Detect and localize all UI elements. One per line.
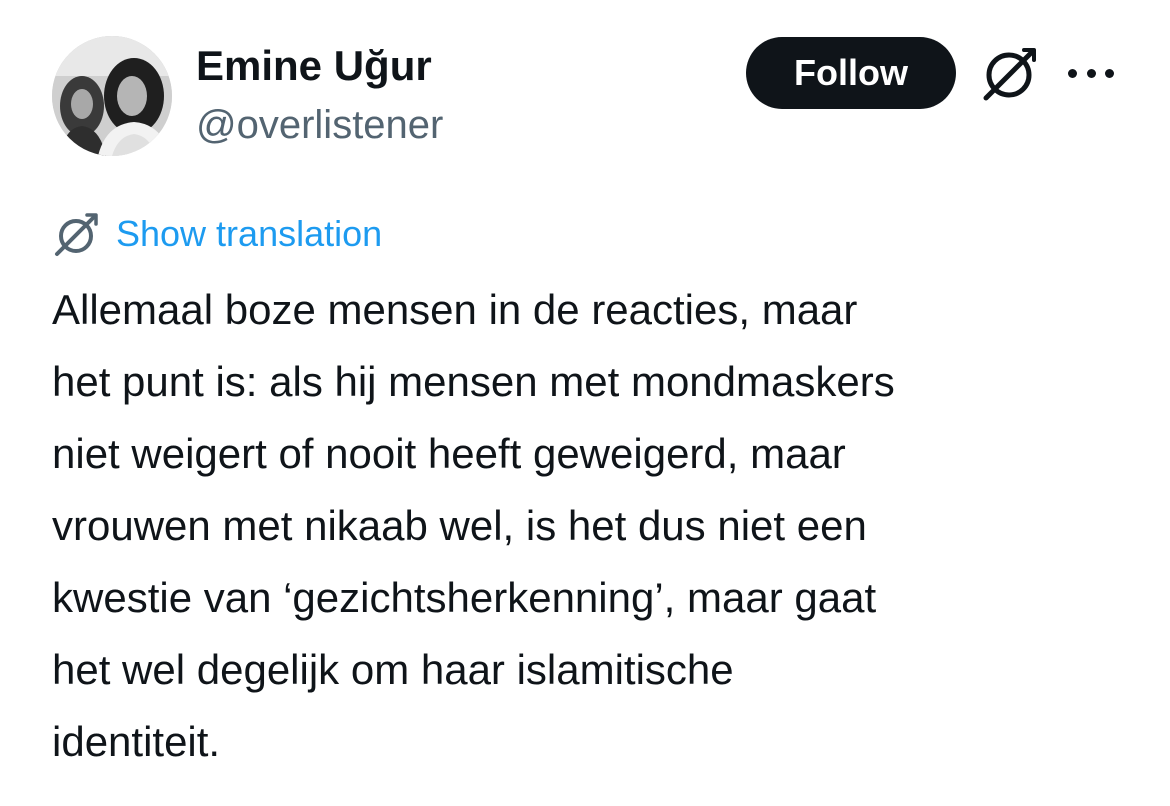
avatar[interactable]: [52, 36, 172, 156]
grok-icon[interactable]: [980, 44, 1038, 102]
show-translation-link[interactable]: Show translation: [116, 213, 382, 255]
more-options-icon[interactable]: [1068, 60, 1114, 86]
translate-icon: [55, 213, 98, 256]
author-handle[interactable]: @overlistener: [196, 100, 443, 150]
tweet-text: Allemaal boze mensen in de reacties, maa…: [52, 286, 895, 765]
tweet-card: Emine Uğur @overlistener Follow Show tra…: [0, 0, 1170, 806]
follow-button[interactable]: Follow: [746, 37, 956, 109]
profile-photo-icon: [52, 36, 172, 156]
translation-row: Show translation: [52, 208, 382, 260]
author-name[interactable]: Emine Uğur: [196, 40, 432, 92]
dot-icon: [1105, 68, 1114, 78]
dot-icon: [1086, 68, 1096, 78]
dot-icon: [1068, 68, 1077, 78]
